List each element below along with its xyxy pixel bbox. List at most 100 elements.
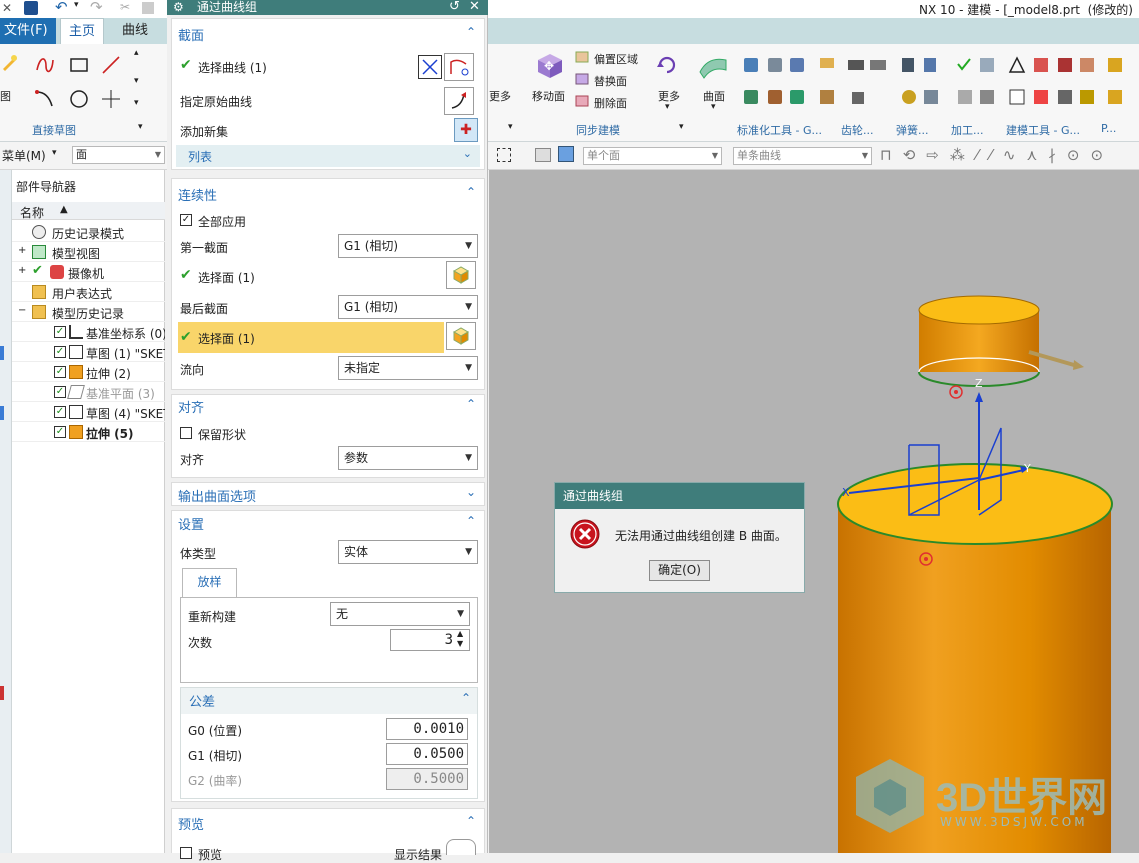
nav-item-model-views[interactable]: + 模型视图 [12,242,165,262]
tab-curve[interactable]: 曲线 [114,18,156,44]
more-dropdown-icon[interactable]: ▾ [665,102,670,112]
list-toggle[interactable]: 列表 ⌄ [176,145,480,167]
visibility-checkbox[interactable]: ✓ [54,386,66,398]
group-dropdown-icon[interactable]: ▾ [138,122,143,132]
tab-lofting[interactable]: 放样 [182,568,237,597]
collapse-icon[interactable]: ⌃ [466,25,476,39]
nav-item-user-expressions[interactable]: 用户表达式 [12,282,165,302]
sync-dropdown-icon[interactable]: ▾ [679,122,684,132]
g0-input[interactable]: 0.0010 [386,718,468,740]
nav-item-sketch-1[interactable]: ✓ 草图 (1) "SKET [12,342,165,362]
tab-home[interactable]: 主页 [60,18,105,44]
collapse-minus-icon[interactable]: − [18,305,26,316]
body-type-select[interactable]: 实体 [338,540,478,564]
section-title[interactable]: 截面 [178,25,204,44]
arc-icon[interactable] [34,88,56,110]
offset-region-icon[interactable] [574,49,590,65]
resource-bar[interactable] [0,170,12,853]
tolerance-title[interactable]: 公差 [189,691,215,710]
flow-direction-select[interactable]: 未指定 [338,356,478,380]
select-face2-cube-icon[interactable] [446,322,476,350]
add-new-set-button[interactable]: ✚ [454,118,478,142]
cut-icon[interactable]: ✂ [120,0,130,14]
select-face1-cube-icon[interactable] [446,261,476,289]
more-left-label[interactable]: 更多 [489,88,511,104]
resource-tab-icon[interactable] [0,686,4,700]
visibility-checkbox[interactable]: ✓ [54,426,66,438]
select-body-icon[interactable] [535,148,551,162]
navigator-column-header[interactable]: 名称 ▲ [12,202,165,220]
save-icon[interactable] [24,1,38,15]
line-icon[interactable] [100,54,122,76]
tab-file[interactable]: 文件(F) [0,18,56,44]
delete-face-label[interactable]: 删除面 [594,95,627,111]
nav-item-model-history[interactable]: − 模型历史记录 [12,302,165,322]
visibility-checkbox[interactable]: ✓ [54,326,66,338]
menu-dropdown-icon[interactable]: ▾ [52,148,57,158]
expand-plus-icon[interactable]: + [18,245,26,256]
apply-all-checkbox[interactable]: ✓ [180,214,192,226]
expand-icon[interactable]: ⌄ [466,485,476,499]
nav-item-extrude-2[interactable]: ✓ 拉伸 (2) [12,362,165,382]
select-face2-row[interactable]: ✔ 选择面 (1) [178,322,444,353]
gear-icon[interactable]: ⚙ [173,0,184,15]
rectangle-icon[interactable] [68,54,90,76]
surface-icon[interactable] [698,52,728,80]
replace-face-label[interactable]: 替换面 [594,73,627,89]
curve-rule-select[interactable]: 单条曲线 [733,147,872,165]
offset-region-label[interactable]: 偏置区域 [594,51,638,67]
scroll-down-icon[interactable]: ▾ [134,76,139,86]
g1-input[interactable]: 0.0500 [386,743,468,765]
nav-item-camera[interactable]: + ✔ 摄像机 [12,262,165,282]
rect-select-icon[interactable] [497,148,511,162]
nav-item-sketch-4[interactable]: ✓ 草图 (4) "SKET [12,402,165,422]
output-options-title[interactable]: 输出曲面选项 [178,486,256,505]
profile-icon[interactable] [34,54,56,76]
copy-icon[interactable] [142,2,154,14]
origin-curve-icon[interactable] [444,87,474,115]
spinner-arrows-icon[interactable]: ▲ ▼ [457,629,463,649]
visibility-checkbox[interactable]: ✓ [54,366,66,378]
snap-icons[interactable]: ⊓⟲⇨⁂⁄⁄∿⋏∤⊙⊙ [880,146,1139,166]
visibility-checkbox[interactable]: ✓ [54,346,66,358]
delete-face-icon[interactable] [574,93,590,109]
redo-icon[interactable]: ↷ [90,0,103,16]
sketch-icon[interactable] [0,52,20,74]
close-icon[interactable]: ✕ [469,0,480,14]
scroll-up-icon[interactable]: ▴ [134,48,139,58]
type-filter[interactable]: 面 [72,146,165,164]
surface-dropdown-icon[interactable]: ▾ [711,102,716,112]
menu-button[interactable]: 菜单(M) [2,147,46,164]
visibility-checkbox[interactable]: ✓ [54,406,66,418]
last-section-select[interactable]: G1 (相切) [338,295,478,319]
alignment-title[interactable]: 对齐 [178,397,204,416]
nav-item-datum-csys[interactable]: ✓ 基准坐标系 (0) [12,322,165,342]
circle-icon[interactable] [68,88,90,110]
ok-button[interactable]: 确定(O) [649,560,710,581]
column-name[interactable]: 名称 [20,204,44,221]
face-rule-select[interactable]: 单个面 [583,147,722,165]
select-face-icon[interactable] [558,146,574,162]
resource-tab-icon[interactable] [0,346,4,360]
align-select[interactable]: 参数 [338,446,478,470]
resource-tab-icon[interactable] [0,406,4,420]
replace-face-icon[interactable] [574,71,590,87]
expand-plus-icon[interactable]: + [18,265,26,276]
collapse-icon[interactable]: ⌃ [466,397,476,411]
select-curve-label[interactable]: 选择曲线 (1) [198,59,267,76]
reverse-direction-icon[interactable] [418,55,442,79]
nav-item-datum-plane[interactable]: ✓ 基准平面 (3) [12,382,165,402]
collapse-icon[interactable]: ⌃ [466,814,476,828]
point-icon[interactable] [100,88,122,110]
undo-icon[interactable]: ↶ [55,0,68,16]
close-x-icon[interactable]: ✕ [2,1,12,15]
preview-title[interactable]: 预览 [178,814,204,833]
left-dropdown-icon[interactable]: ▾ [508,122,513,132]
preserve-shape-checkbox[interactable] [180,427,192,439]
nav-item-history-mode[interactable]: 历史记录模式 [12,222,165,242]
nav-item-extrude-5[interactable]: ✓ 拉伸 (5) [12,422,165,442]
settings-title[interactable]: 设置 [178,514,204,533]
rebuild-select[interactable]: 无 [330,602,470,626]
first-section-select[interactable]: G1 (相切) [338,234,478,258]
collapse-icon[interactable]: ⌃ [466,185,476,199]
